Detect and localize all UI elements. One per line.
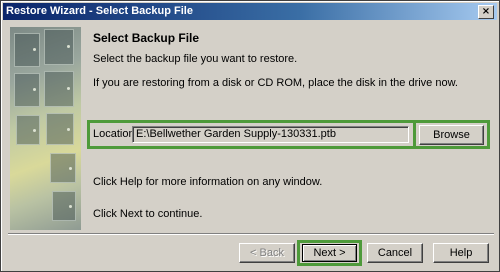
- restore-wizard-window: Restore Wizard - Select Backup File × Se…: [0, 0, 500, 272]
- locker-door: [44, 71, 74, 107]
- back-button-label: < Back: [250, 247, 284, 259]
- cancel-button[interactable]: Cancel: [367, 243, 423, 263]
- help-button-label: Help: [449, 247, 473, 259]
- locker-door: [46, 113, 74, 145]
- locker-door: [52, 191, 76, 221]
- locker-door: [14, 33, 40, 67]
- help-button[interactable]: Help: [433, 243, 489, 263]
- location-field[interactable]: E:\Bellwether Garden Supply-130331.ptb: [132, 126, 409, 143]
- cancel-button-label: Cancel: [377, 247, 413, 259]
- back-button[interactable]: < Back: [239, 243, 295, 263]
- next-button[interactable]: Next >: [302, 244, 357, 262]
- browse-button[interactable]: Browse: [419, 125, 484, 145]
- close-icon[interactable]: ×: [478, 5, 494, 19]
- next-note-text: Click Next to continue.: [93, 208, 203, 220]
- help-note-text: Click Help for more information on any w…: [93, 176, 323, 188]
- disk-note-text: If you are restoring from a disk or CD R…: [93, 77, 458, 89]
- locker-door: [50, 153, 76, 183]
- locker-door: [16, 115, 40, 145]
- wizard-side-image: [10, 27, 81, 230]
- locker-door: [44, 29, 74, 65]
- location-label: Location:: [93, 128, 138, 140]
- instruction-text: Select the backup file you want to resto…: [93, 53, 298, 65]
- title-bar[interactable]: Restore Wizard - Select Backup File ×: [3, 3, 497, 20]
- window-title: Restore Wizard - Select Backup File: [6, 5, 193, 17]
- browse-button-label: Browse: [433, 129, 470, 141]
- next-button-label: Next >: [313, 247, 346, 259]
- footer-divider: [8, 233, 494, 235]
- locker-door: [14, 73, 40, 107]
- page-title: Select Backup File: [93, 31, 200, 45]
